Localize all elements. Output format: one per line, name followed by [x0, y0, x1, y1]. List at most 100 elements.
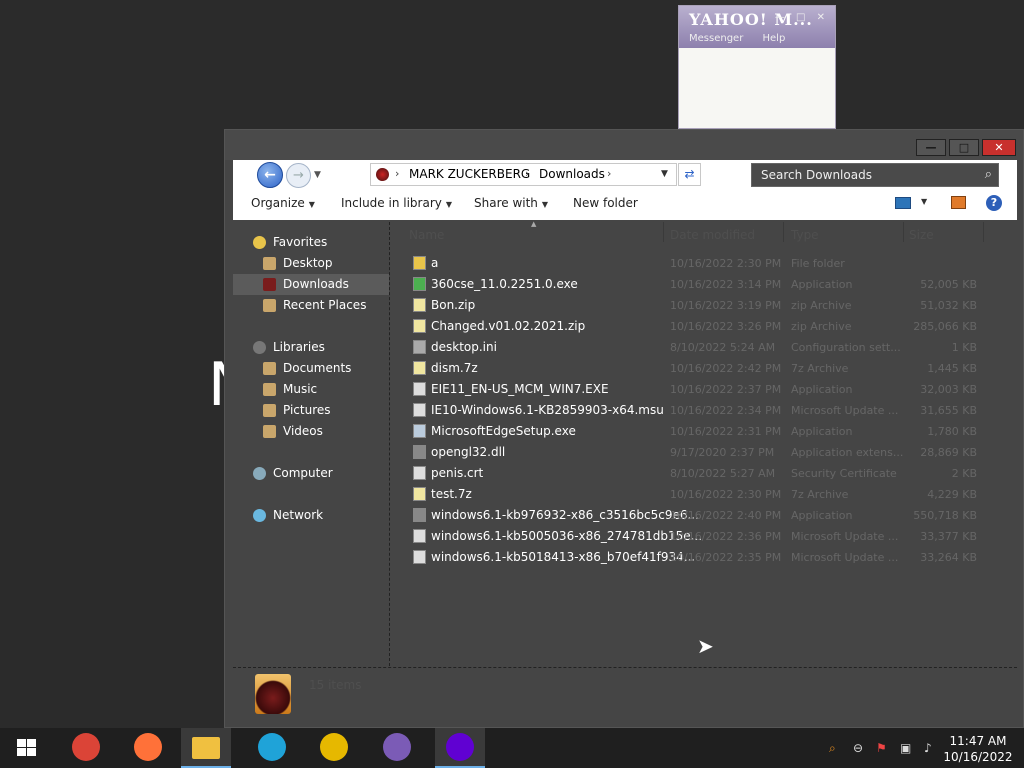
nav-item-music[interactable]: Music	[233, 379, 389, 400]
nav-item-network[interactable]: Network	[233, 505, 389, 526]
taskbar-firefox[interactable]	[123, 728, 173, 768]
close-button[interactable]: ✕	[982, 139, 1016, 156]
file-date-modified: 10/16/2022 2:40 PM	[670, 509, 782, 522]
yahoo-messenger-window[interactable]: YAHOO! M... — □ ✕ Messenger Help	[678, 5, 836, 129]
libraries-icon	[253, 341, 266, 354]
yahoo-menu-help[interactable]: Help	[763, 33, 786, 44]
back-button[interactable]: ←	[257, 162, 283, 188]
column-divider[interactable]	[663, 222, 664, 242]
taskbar-chrome[interactable]	[61, 728, 111, 768]
minimize-button[interactable]: —	[916, 139, 946, 156]
yahoo-window-controls[interactable]: — □ ✕	[775, 12, 829, 23]
nav-item-computer[interactable]: Computer	[233, 463, 389, 484]
chevron-right-icon[interactable]: ›	[607, 167, 611, 180]
view-dropdown-icon[interactable]: ▼	[921, 197, 927, 206]
7z-icon	[413, 487, 426, 501]
chevron-right-icon[interactable]: ›	[395, 167, 399, 180]
file-row[interactable]: penis.crt 8/10/2022 5:27 AM Security Certi…	[391, 463, 1017, 484]
file-row[interactable]: Changed.v01.02.2021.zip 10/16/2022 3:26 P…	[391, 316, 1017, 337]
file-row[interactable]: opengl32.dll 9/17/2020 2:37 PM Application…	[391, 442, 1017, 463]
taskbar-edge[interactable]	[247, 728, 297, 768]
organize-button[interactable]: Organize ▼	[251, 196, 315, 210]
file-date-modified: 10/16/2022 2:30 PM	[670, 488, 782, 501]
taskbar-yahoo-messenger[interactable]	[435, 728, 485, 768]
nav-item-libraries[interactable]: Libraries	[233, 337, 389, 358]
address-dropdown-icon[interactable]: ▼	[661, 169, 668, 179]
column-header-name[interactable]: Name	[409, 228, 444, 242]
file-size: 4,229 KB	[927, 488, 977, 501]
nav-item-documents[interactable]: Documents	[233, 358, 389, 379]
file-row[interactable]: 360cse_11.0.2251.0.exe 10/16/2022 3:14 PM…	[391, 274, 1017, 295]
help-icon[interactable]: ?	[986, 195, 1002, 211]
file-name: penis.crt	[431, 466, 484, 480]
file-row[interactable]: test.7z 10/16/2022 2:30 PM 7z Archive 4,229…	[391, 484, 1017, 505]
yahoo-menu-messenger[interactable]: Messenger	[689, 33, 743, 44]
file-date-modified: 10/16/2022 2:36 PM	[670, 530, 782, 543]
file-size: 2 KB	[951, 467, 977, 480]
file-row[interactable]: MicrosoftEdgeSetup.exe 10/16/2022 2:31 PM…	[391, 421, 1017, 442]
title-bar[interactable]: — □ ✕	[225, 130, 1023, 160]
edge-icon	[258, 733, 286, 761]
search-icon[interactable]: ⌕	[985, 167, 992, 182]
forward-button[interactable]: →	[286, 163, 311, 188]
taskbar-bonzi[interactable]	[372, 728, 422, 768]
file-row[interactable]: EIE11_EN-US_MCM_WIN7.EXE 10/16/2022 2:37 …	[391, 379, 1017, 400]
file-row[interactable]: IE10-Windows6.1-KB2859903-x64.msu 10/16/2…	[391, 400, 1017, 421]
column-header-size[interactable]: Size	[909, 228, 934, 242]
column-divider[interactable]	[903, 222, 904, 242]
file-row[interactable]: windows6.1-kb976932-x86_c3516bc5c9e6... 1…	[391, 505, 1017, 526]
column-header-type[interactable]: Type	[791, 228, 819, 242]
file-type: 7z Archive	[791, 488, 849, 501]
file-size: 1,445 KB	[927, 362, 977, 375]
nav-item-videos[interactable]: Videos	[233, 421, 389, 442]
clock[interactable]: 11:47 AM 10/16/2022	[940, 733, 1016, 765]
nav-item-pictures[interactable]: Pictures	[233, 400, 389, 421]
column-divider[interactable]	[983, 222, 984, 242]
search-placeholder: Search Downloads	[761, 168, 872, 182]
file-row[interactable]: windows6.1-kb5005036-x86_274781db15e... 1…	[391, 526, 1017, 547]
breadcrumb-user[interactable]: MARK ZUCKERBERG	[409, 167, 530, 181]
column-header-date-modified[interactable]: Date modified	[670, 228, 755, 242]
file-row[interactable]: Bon.zip 10/16/2022 3:19 PM zip Archive 51,0…	[391, 295, 1017, 316]
taskbar-file-explorer[interactable]	[181, 728, 231, 768]
maximize-button[interactable]: □	[949, 139, 979, 156]
file-size: 285,066 KB	[913, 320, 977, 333]
network-tray-icon[interactable]: ▣	[900, 741, 911, 755]
file-row[interactable]: a 10/16/2022 2:30 PM File folder	[391, 253, 1017, 274]
change-view-icon[interactable]	[895, 197, 911, 209]
start-button[interactable]	[17, 739, 37, 757]
nav-item-desktop[interactable]: Desktop	[233, 253, 389, 274]
mouse-cursor-icon: ➤	[697, 634, 714, 658]
file-row[interactable]: desktop.ini 8/10/2022 5:24 AM Configuratio…	[391, 337, 1017, 358]
taskbar: ⌕ ⊖ ⚑ ▣ ♪ 11:47 AM 10/16/2022	[0, 728, 1024, 768]
file-date-modified: 10/16/2022 3:26 PM	[670, 320, 782, 333]
file-date-modified: 10/16/2022 2:34 PM	[670, 404, 782, 417]
new-folder-button[interactable]: New folder	[573, 196, 638, 210]
nav-item-label: Computer	[273, 466, 333, 480]
file-size: 52,005 KB	[920, 278, 977, 291]
minus-circle-icon[interactable]: ⊖	[853, 741, 863, 755]
address-bar[interactable]: › MARK ZUCKERBERG › Downloads › ▼	[370, 163, 677, 186]
preview-pane-icon[interactable]	[951, 196, 966, 209]
search-input[interactable]: Search Downloads ⌕	[751, 163, 999, 187]
file-type: 7z Archive	[791, 362, 849, 375]
nav-item-downloads[interactable]: Downloads	[233, 274, 389, 295]
search-tray-icon[interactable]: ⌕	[829, 741, 836, 756]
share-with-button[interactable]: Share with ▼	[474, 196, 548, 210]
flag-icon[interactable]: ⚑	[876, 741, 887, 755]
computer-icon	[253, 467, 266, 480]
file-row[interactable]: dism.7z 10/16/2022 2:42 PM 7z Archive 1,445…	[391, 358, 1017, 379]
nav-item-recent-places[interactable]: Recent Places	[233, 295, 389, 316]
chevron-right-icon[interactable]: ›	[525, 167, 529, 180]
breadcrumb-downloads[interactable]: Downloads	[539, 167, 605, 181]
file-name: Bon.zip	[431, 298, 476, 312]
include-in-library-button[interactable]: Include in library ▼	[341, 196, 452, 210]
file-row[interactable]: windows6.1-kb5018413-x86_b70ef41f934... 1…	[391, 547, 1017, 568]
nav-item-favorites[interactable]: Favorites	[233, 232, 389, 253]
recent-pages-dropdown[interactable]: ▼	[314, 170, 321, 180]
file-name: desktop.ini	[431, 340, 497, 354]
column-divider[interactable]	[783, 222, 784, 242]
volume-icon[interactable]: ♪	[924, 741, 932, 755]
refresh-button[interactable]: ⇄	[678, 163, 701, 186]
taskbar-colorful-app[interactable]	[309, 728, 359, 768]
